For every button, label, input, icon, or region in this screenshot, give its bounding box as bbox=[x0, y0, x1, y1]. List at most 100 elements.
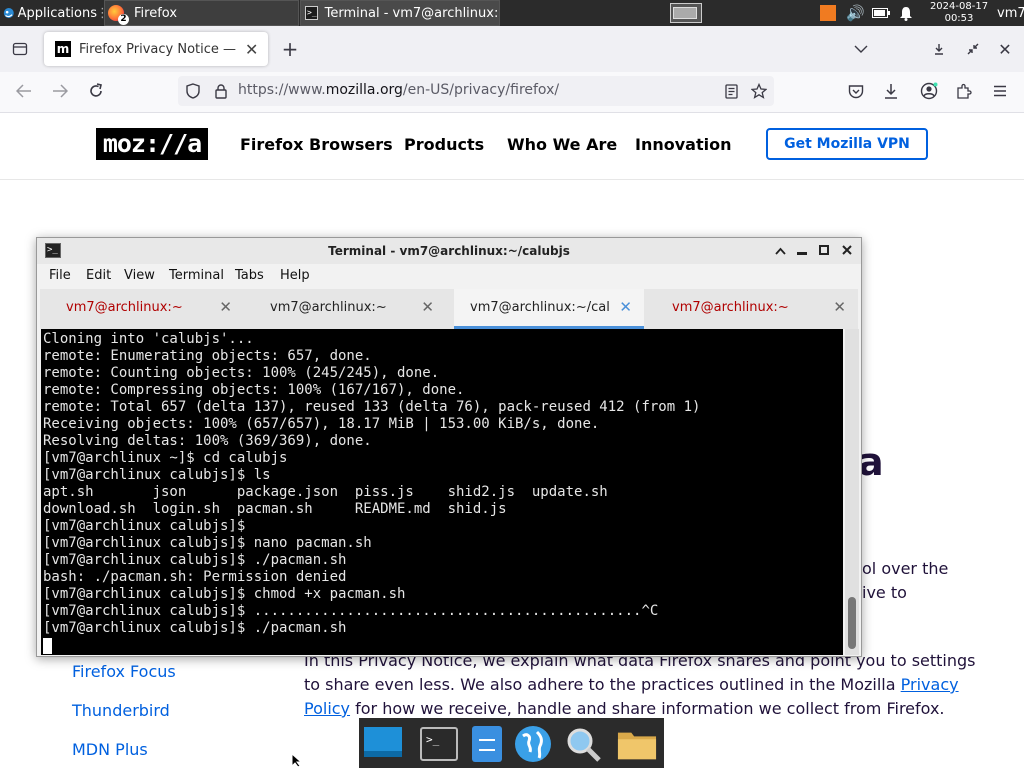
nav-who-we-are[interactable]: Who We Are bbox=[507, 135, 617, 154]
close-tab-icon[interactable]: ✕ bbox=[245, 40, 258, 59]
nav-firefox-browsers[interactable]: Firefox Browsers bbox=[240, 135, 393, 154]
terminal-tab-2[interactable]: vm7@archlinux:~ ✕ bbox=[244, 289, 446, 329]
browser-tab-privacy-notice[interactable]: m Firefox Privacy Notice — Mozilla ✕ bbox=[44, 32, 268, 66]
close-terminal-icon[interactable] bbox=[838, 241, 856, 261]
account-icon[interactable] bbox=[917, 79, 941, 103]
notification-bell-icon[interactable] bbox=[899, 0, 917, 26]
lock-icon[interactable] bbox=[209, 79, 233, 103]
terminal-tab-4[interactable]: vm7@archlinux:~ ✕ bbox=[646, 289, 858, 329]
menu-terminal[interactable]: Terminal bbox=[169, 268, 224, 283]
terminal-cursor bbox=[43, 638, 52, 654]
menu-help[interactable]: Help bbox=[280, 268, 310, 283]
terminal-title: Terminal - vm7@archlinux:~/calubjs bbox=[328, 244, 570, 258]
forward-icon[interactable] bbox=[48, 79, 72, 103]
nav-innovation[interactable]: Innovation bbox=[635, 135, 731, 154]
taskbar-terminal-label: Terminal - vm7@archlinux:~... bbox=[324, 5, 499, 21]
show-desktop-icon[interactable] bbox=[363, 724, 403, 764]
clock-date: 2024-08-17 bbox=[929, 1, 989, 12]
user-menu[interactable]: vm7 bbox=[997, 0, 1024, 26]
privacy-policy-link-2[interactable]: Policy bbox=[304, 699, 350, 718]
get-mozilla-vpn-button[interactable]: Get Mozilla VPN bbox=[766, 128, 928, 160]
close-terminal-tab-icon[interactable]: ✕ bbox=[421, 298, 434, 316]
side-link-thunderbird[interactable]: Thunderbird bbox=[72, 701, 170, 720]
menu-edit[interactable]: Edit bbox=[86, 268, 111, 283]
terminal-output[interactable]: Cloning into 'calubjs'... remote: Enumer… bbox=[41, 329, 843, 655]
pocket-icon[interactable] bbox=[844, 79, 868, 103]
firefox-view-icon[interactable] bbox=[8, 37, 32, 61]
taskbar-firefox-button[interactable]: 2 Firefox bbox=[104, 0, 299, 26]
intro-text-fragment-1: ol over the bbox=[862, 559, 949, 578]
close-terminal-tab-icon[interactable]: ✕ bbox=[619, 298, 632, 316]
panel-clock[interactable]: 2024-08-17 00:53 bbox=[926, 0, 992, 27]
reload-icon[interactable] bbox=[84, 79, 108, 103]
mouse-pointer-icon bbox=[291, 753, 303, 768]
privacy-policy-link[interactable]: Privacy bbox=[901, 675, 959, 694]
url-prefix: https://www. bbox=[238, 82, 326, 98]
tray-app-icon[interactable] bbox=[820, 0, 838, 26]
downloads-icon[interactable] bbox=[879, 79, 903, 103]
panel-separator: ⋮ bbox=[96, 5, 104, 21]
dock-web-browser-icon[interactable] bbox=[513, 724, 553, 764]
terminal-menubar: File Edit View Terminal Tabs Help bbox=[37, 264, 861, 288]
taskbar-firefox-label: Firefox bbox=[134, 5, 178, 21]
svg-text:>_: >_ bbox=[426, 733, 440, 746]
menu-tabs[interactable]: Tabs bbox=[235, 268, 264, 283]
shade-window-icon[interactable] bbox=[771, 241, 789, 261]
terminal-titlebar[interactable]: Terminal - vm7@archlinux:~/calubjs bbox=[37, 238, 861, 264]
applications-label: Applications bbox=[17, 5, 97, 21]
volume-icon[interactable]: 🔊 bbox=[846, 0, 866, 26]
dock-folder-icon[interactable] bbox=[617, 724, 657, 764]
bottom-dock: >_ bbox=[359, 718, 664, 768]
terminal-window-icon[interactable]: >_ bbox=[45, 243, 61, 258]
list-tabs-chevron-icon[interactable] bbox=[849, 37, 873, 61]
side-link-mdn-plus[interactable]: MDN Plus bbox=[72, 740, 148, 759]
terminal-window[interactable]: Terminal - vm7@archlinux:~/calubjs >_ Fi… bbox=[36, 237, 862, 657]
menu-file[interactable]: File bbox=[49, 268, 71, 283]
reader-view-icon[interactable] bbox=[719, 79, 743, 103]
tray-orange-icon bbox=[820, 5, 836, 21]
side-link-firefox-focus[interactable]: Firefox Focus bbox=[72, 662, 176, 681]
terminal-text: Cloning into 'calubjs'... remote: Enumer… bbox=[43, 331, 701, 636]
top-panel: Applications ⋮ 2 Firefox >_ Terminal - v… bbox=[0, 0, 1024, 26]
url-domain: mozilla.org bbox=[325, 82, 403, 98]
minimize-window-icon[interactable] bbox=[927, 37, 951, 61]
new-tab-icon[interactable]: + bbox=[278, 37, 302, 61]
extensions-puzzle-icon[interactable] bbox=[952, 79, 976, 103]
workspace-switcher[interactable] bbox=[670, 3, 702, 23]
terminal-tab-label: vm7@archlinux:~/calu... bbox=[470, 300, 610, 315]
browser-tab-title: Firefox Privacy Notice — Mozilla bbox=[79, 41, 241, 57]
url-text[interactable]: https://www.mozilla.org/en-US/privacy/fi… bbox=[238, 82, 559, 98]
clock-time: 00:53 bbox=[944, 13, 974, 24]
close-terminal-tab-icon[interactable]: ✕ bbox=[833, 298, 846, 316]
terminal-tab-3-active[interactable]: vm7@archlinux:~/calu... ✕ bbox=[454, 289, 644, 329]
workspace-window-thumb bbox=[673, 7, 697, 19]
battery-icon[interactable] bbox=[872, 0, 892, 26]
bookmark-star-icon[interactable] bbox=[747, 79, 771, 103]
mozilla-favicon-icon: m bbox=[55, 41, 71, 57]
dock-terminal-icon[interactable]: >_ bbox=[419, 724, 459, 764]
minimize-terminal-icon[interactable] bbox=[793, 241, 811, 261]
mozilla-logo[interactable]: moz://a bbox=[96, 128, 208, 160]
xfce-logo-icon bbox=[3, 8, 14, 18]
terminal-tab-1[interactable]: vm7@archlinux:~ ✕ bbox=[40, 289, 244, 329]
close-terminal-tab-icon[interactable]: ✕ bbox=[219, 298, 232, 316]
terminal-scrollbar[interactable] bbox=[845, 329, 859, 655]
close-window-icon[interactable]: ✕ bbox=[993, 37, 1017, 61]
window-count-badge: 2 bbox=[118, 14, 129, 25]
dock-file-manager-icon[interactable] bbox=[467, 724, 507, 764]
back-icon[interactable] bbox=[12, 79, 36, 103]
nav-products[interactable]: Products bbox=[404, 135, 484, 154]
taskbar-terminal-button[interactable]: >_ Terminal - vm7@archlinux:~... bbox=[300, 0, 500, 26]
maximize-terminal-icon[interactable] bbox=[815, 241, 833, 261]
firefox-icon: 2 bbox=[108, 5, 129, 25]
hamburger-menu-icon[interactable] bbox=[988, 79, 1012, 103]
dock-app-finder-icon[interactable] bbox=[563, 724, 603, 764]
terminal-tab-label: vm7@archlinux:~ bbox=[270, 300, 387, 315]
applications-menu[interactable]: Applications bbox=[3, 0, 97, 26]
body-text-span-2: for how we receive, handle and share inf… bbox=[355, 699, 945, 718]
terminal-tab-bar: vm7@archlinux:~ ✕ vm7@archlinux:~ ✕ vm7@… bbox=[40, 289, 858, 329]
tracking-protection-shield-icon[interactable] bbox=[181, 79, 205, 103]
menu-view[interactable]: View bbox=[124, 268, 155, 283]
terminal-scrollbar-thumb[interactable] bbox=[848, 597, 856, 649]
restore-window-icon[interactable] bbox=[961, 37, 985, 61]
